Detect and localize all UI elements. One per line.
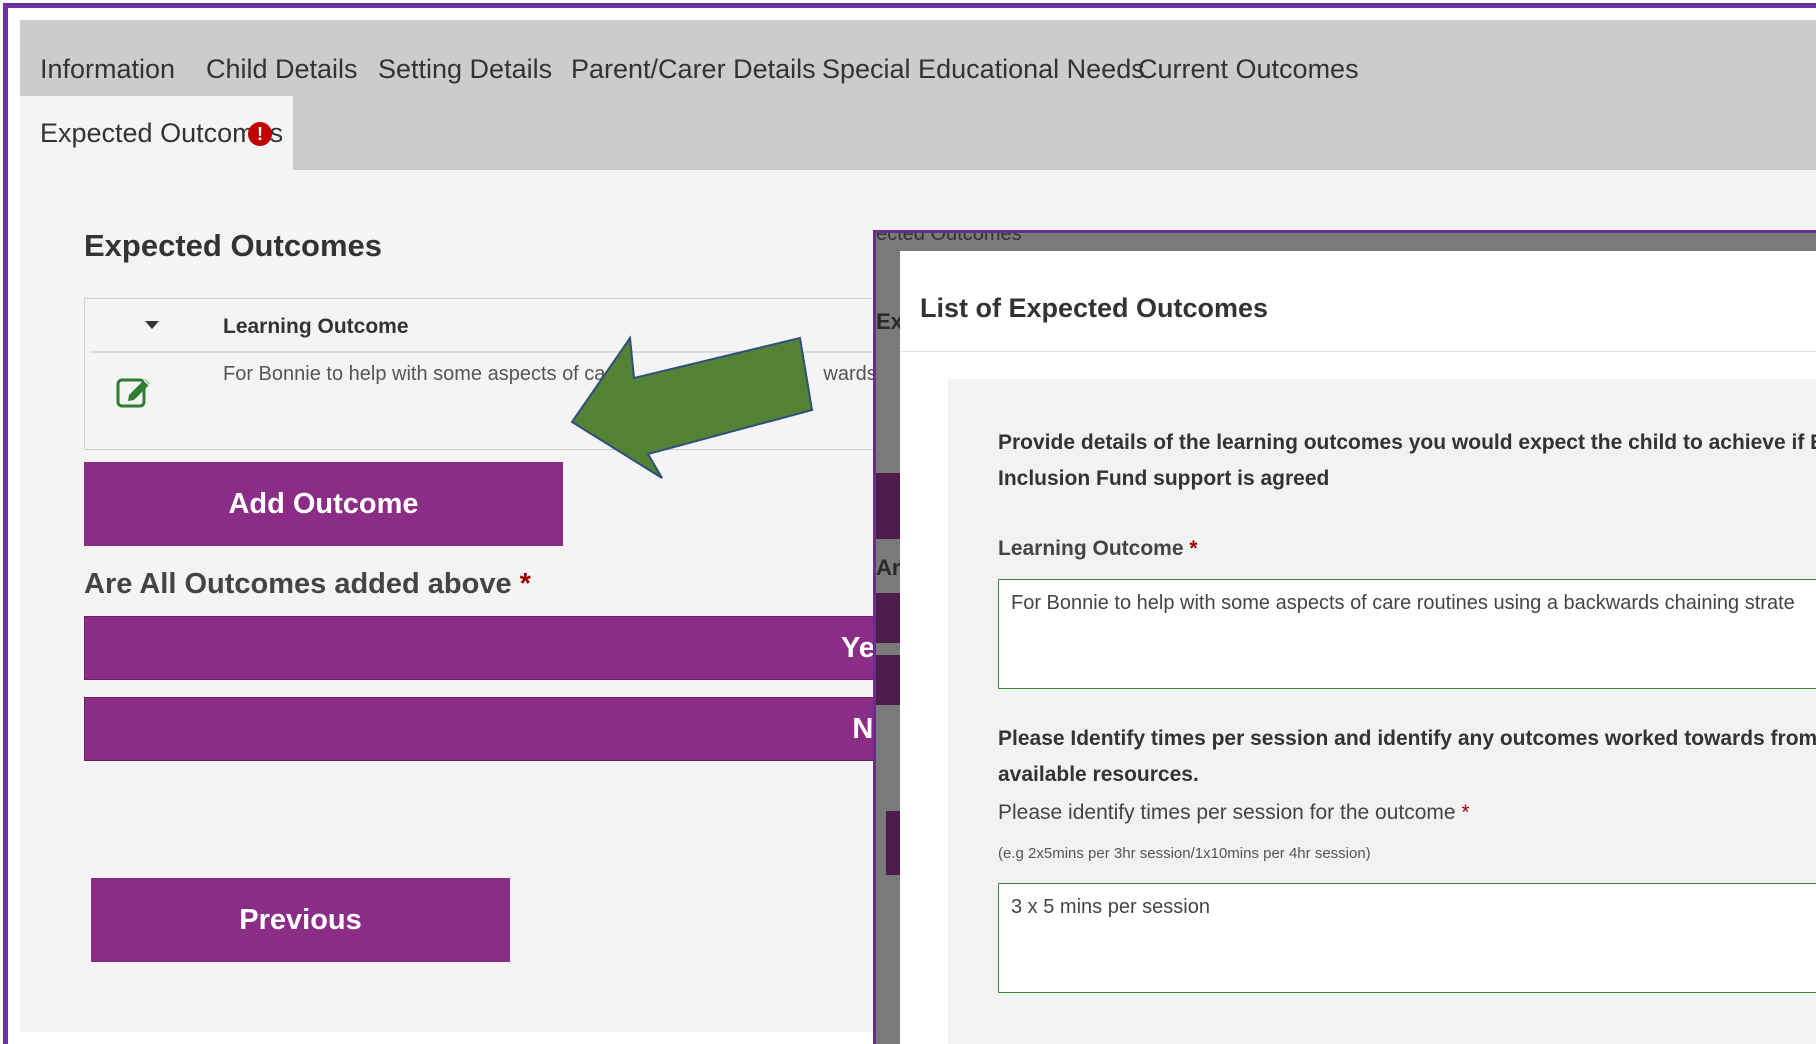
times-per-session-label: Please identify times per session for th…: [998, 801, 1470, 825]
modal-body: Provide details of the learning outcomes…: [948, 379, 1816, 1044]
times-heading: Please Identify times per session and id…: [998, 721, 1816, 793]
tab-bar: Information Child Details Setting Detail…: [20, 20, 1816, 170]
intro-text: Provide details of the learning outcomes…: [998, 425, 1816, 497]
expected-outcomes-modal: List of Expected Outcomes Provide detail…: [900, 251, 1816, 1044]
times-hint: (e.g 2x5mins per 3hr session/1x10mins pe…: [998, 845, 1371, 862]
modal-header-divider: [900, 351, 1816, 352]
background-title-fragment: Ex: [876, 309, 903, 334]
tab-expected-outcomes-label: Expected Outcomes: [40, 118, 284, 148]
times-per-session-field[interactable]: 3 x 5 mins per session: [998, 883, 1816, 993]
required-marker: *: [519, 568, 531, 600]
tab-current-outcomes[interactable]: Current Outcomes: [1138, 54, 1359, 85]
modal-backdrop: ected Outcomes Ex Ar List of Expected Ou…: [873, 230, 1816, 1044]
learning-outcome-label-text: Learning Outcome: [998, 537, 1184, 560]
tab-information[interactable]: Information: [40, 54, 175, 85]
yes-button[interactable]: Yes: [84, 616, 904, 680]
learning-outcome-label: Learning Outcome *: [998, 537, 1198, 561]
times-heading-line-2: available resources.: [998, 763, 1199, 786]
times-per-session-label-text: Please identify times per session for th…: [998, 801, 1456, 824]
tab-setting-details[interactable]: Setting Details: [378, 54, 552, 85]
intro-line-2: Inclusion Fund support is agreed: [998, 467, 1330, 490]
sort-caret-icon[interactable]: [145, 321, 159, 329]
outcomes-question: Are All Outcomes added above *: [84, 568, 531, 601]
tab-parent-carer-details[interactable]: Parent/Carer Details: [571, 54, 816, 85]
section-title: Expected Outcomes: [84, 228, 383, 263]
modal-title: List of Expected Outcomes: [920, 293, 1269, 323]
previous-button[interactable]: Previous: [91, 878, 510, 962]
background-question-fragment: Ar: [876, 555, 901, 580]
learning-outcome-field[interactable]: For Bonnie to help with some aspects of …: [998, 579, 1816, 689]
add-outcome-button[interactable]: Add Outcome: [84, 462, 563, 546]
times-heading-line-1: Please Identify times per session and id…: [998, 727, 1816, 750]
tab-expected-outcomes[interactable]: Expected Outcomes !: [20, 96, 293, 170]
required-marker: *: [1189, 537, 1198, 560]
learning-outcome-cell-tail: wards: [823, 363, 877, 385]
edit-icon[interactable]: [115, 371, 153, 409]
tab-child-details[interactable]: Child Details: [206, 54, 358, 85]
exclamation-alert-icon: !: [248, 122, 272, 146]
required-marker: *: [1461, 801, 1470, 824]
intro-line-1: Provide details of the learning outcomes…: [998, 431, 1816, 454]
column-header-learning-outcome: Learning Outcome: [223, 315, 409, 338]
tab-special-educational-needs[interactable]: Special Educational Needs: [822, 54, 1145, 85]
no-button[interactable]: No: [84, 697, 904, 761]
annotation-arrow-icon: [570, 335, 814, 479]
background-tab-fragment: ected Outcomes: [876, 230, 1022, 245]
learning-outcome-cell: For Bonnie to help with some aspects of …: [223, 363, 606, 385]
question-label: Are All Outcomes added above: [84, 568, 512, 600]
